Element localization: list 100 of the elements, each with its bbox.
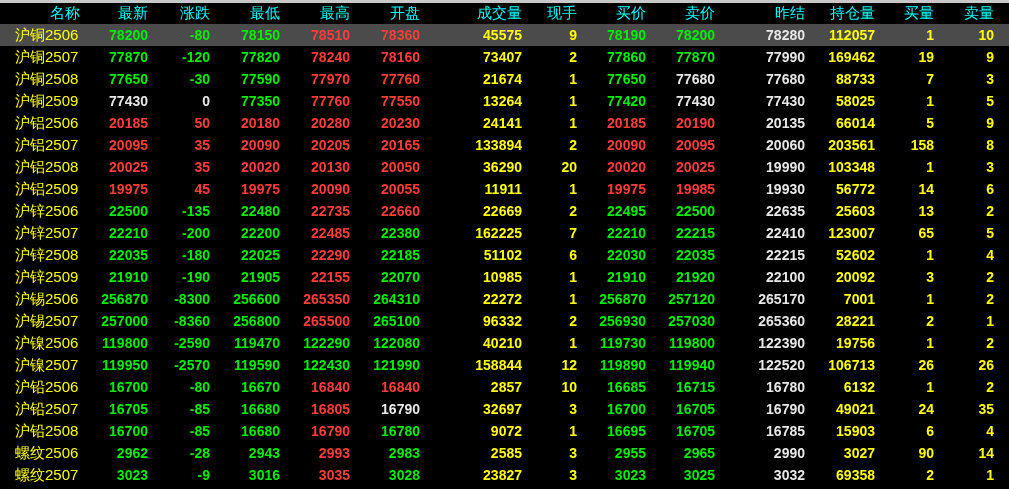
contract-name: 沪铅2508: [14, 421, 79, 441]
table-cell: -190: [181, 269, 210, 285]
table-cell: 16790: [766, 401, 805, 417]
table-cell: 16780: [381, 423, 420, 439]
table-cell: 22380: [381, 225, 420, 241]
table-cell: 21910: [607, 269, 646, 285]
table-cell: 20060: [766, 137, 805, 153]
table-cell: 22485: [311, 225, 350, 241]
table-cell: 16705: [676, 423, 715, 439]
table-cell: 49021: [836, 401, 875, 417]
table-cell: 119730: [600, 335, 646, 351]
column-header[interactable]: 最高: [320, 4, 350, 23]
column-header[interactable]: 涨跌: [180, 4, 210, 23]
table-cell: 78510: [311, 27, 350, 43]
table-cell: 16790: [311, 423, 350, 439]
column-header[interactable]: 开盘: [390, 4, 420, 23]
table-cell: 22070: [381, 269, 420, 285]
contract-name: 沪铜2508: [14, 69, 79, 89]
table-cell: 256930: [599, 313, 646, 329]
table-cell: 40210: [483, 335, 522, 351]
table-cell: 16680: [241, 401, 280, 417]
table-cell: -85: [189, 423, 210, 439]
table-cell: 2943: [248, 445, 280, 461]
table-cell: 65: [918, 225, 934, 241]
table-cell: 2955: [614, 445, 646, 461]
table-cell: 112057: [829, 27, 875, 43]
table-cell: 12: [561, 357, 577, 373]
table-cell: 122390: [758, 335, 805, 351]
table-cell: 3: [986, 159, 994, 175]
table-cell: -120: [181, 49, 210, 65]
table-cell: 265500: [303, 313, 350, 329]
table-cell: 35: [978, 401, 994, 417]
contract-name: 沪锌2506: [14, 201, 79, 221]
table-cell: 77420: [607, 93, 646, 109]
table-cell: 20025: [676, 159, 715, 175]
table-cell: 1: [569, 291, 577, 307]
table-cell: 122520: [758, 357, 805, 373]
table-cell: 119590: [234, 357, 280, 373]
column-header[interactable]: 买价: [616, 4, 646, 23]
column-header[interactable]: 最新: [118, 4, 148, 23]
column-header[interactable]: 名称: [50, 4, 80, 23]
table-cell: 16670: [241, 379, 280, 395]
table-cell: 3: [569, 467, 577, 483]
table-cell: 1: [569, 423, 577, 439]
table-cell: 22185: [381, 247, 420, 263]
table-cell: 22025: [241, 247, 280, 263]
table-cell: 20095: [109, 137, 148, 153]
table-cell: 1: [926, 27, 934, 43]
table-cell: 4: [986, 247, 994, 263]
table-cell: 6: [986, 181, 994, 197]
table-cell: 5: [926, 115, 934, 131]
table-cell: 158844: [475, 357, 522, 373]
table-cell: 1: [569, 181, 577, 197]
table-cell: 66014: [836, 115, 875, 131]
table-cell: 16680: [241, 423, 280, 439]
table-cell: 16790: [381, 401, 420, 417]
table-cell: -200: [181, 225, 210, 241]
column-header[interactable]: 最低: [250, 4, 280, 23]
table-cell: 26: [978, 357, 994, 373]
table-cell: 19985: [676, 181, 715, 197]
column-header[interactable]: 现手: [547, 4, 577, 23]
table-cell: 35: [194, 159, 210, 175]
table-cell: 78280: [766, 27, 805, 43]
table-cell: 77590: [241, 71, 280, 87]
table-cell: -8360: [174, 313, 210, 329]
table-cell: 21910: [109, 269, 148, 285]
table-cell: 77760: [311, 93, 350, 109]
table-cell: 1: [569, 71, 577, 87]
contract-name: 沪铝2506: [14, 113, 79, 133]
table-cell: 158: [910, 137, 934, 153]
column-header[interactable]: 成交量: [477, 4, 522, 23]
contract-name: 沪锌2509: [14, 267, 79, 287]
table-cell: 3032: [773, 467, 805, 483]
table-row[interactable]: 沪铜2506 78200 -80 78150 78510 78360 45575 9 78190 78200 78280 112057 1 10: [0, 24, 1009, 46]
column-header[interactable]: 卖价: [685, 4, 715, 23]
table-cell: 28221: [836, 313, 875, 329]
table-cell: 73407: [483, 49, 522, 65]
table-cell: 1: [569, 335, 577, 351]
column-header[interactable]: 买量: [904, 4, 934, 23]
column-header[interactable]: 昨结: [775, 4, 805, 23]
table-cell: 22035: [109, 247, 148, 263]
table-cell: 21920: [676, 269, 715, 285]
table-cell: 20095: [676, 137, 715, 153]
table-cell: 58025: [836, 93, 875, 109]
table-cell: 22215: [766, 247, 805, 263]
table-cell: 22210: [109, 225, 148, 241]
table-cell: -2570: [174, 357, 210, 373]
table-cell: 119470: [234, 335, 280, 351]
table-cell: 9: [986, 115, 994, 131]
table-cell: 256800: [233, 313, 280, 329]
column-header[interactable]: 卖量: [964, 4, 994, 23]
table-cell: 20: [561, 159, 577, 175]
table-cell: 5: [986, 225, 994, 241]
column-header[interactable]: 持仓量: [830, 4, 875, 23]
table-cell: 7: [569, 225, 577, 241]
table-cell: 16715: [676, 379, 715, 395]
table-cell: 23827: [483, 467, 522, 483]
table-cell: 77350: [241, 93, 280, 109]
table-cell: 1: [569, 269, 577, 285]
table-cell: 77860: [607, 49, 646, 65]
